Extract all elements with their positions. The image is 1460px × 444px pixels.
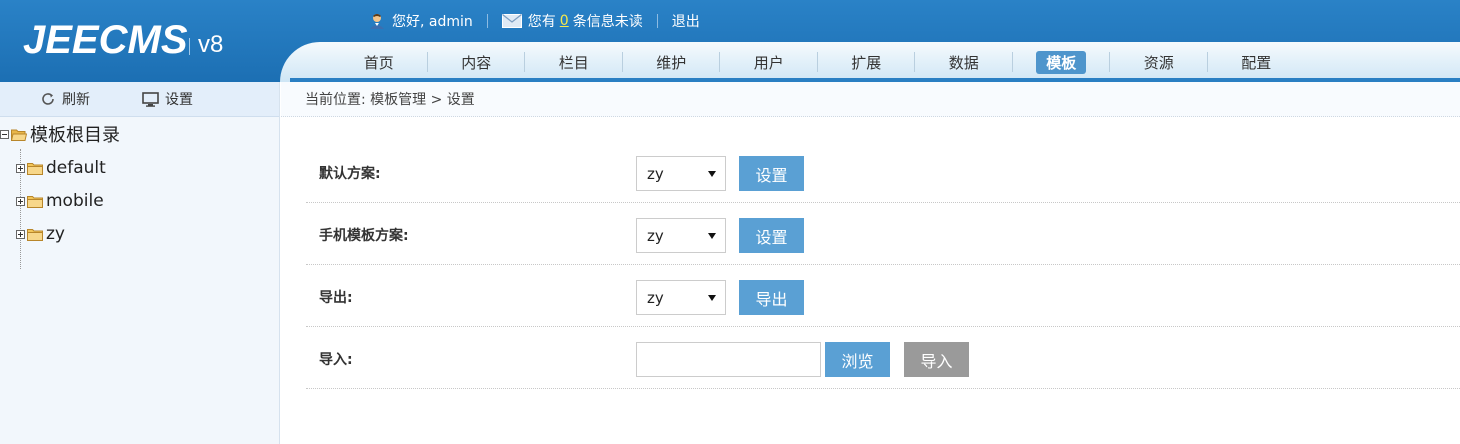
monitor-icon <box>142 91 159 107</box>
export-select[interactable]: zy <box>636 280 726 315</box>
default-scheme-set-button[interactable]: 设置 <box>739 156 804 191</box>
nav-item-9[interactable]: 配置 <box>1208 50 1306 74</box>
export-value: zy <box>647 288 664 307</box>
sidebar-settings-button[interactable]: 设置 <box>142 89 193 109</box>
mobile-scheme-label: 手机模板方案: <box>319 228 409 244</box>
breadcrumb: 当前位置: 模板管理 > 设置 <box>281 82 1460 117</box>
messages-suffix: 条信息未读 <box>572 14 643 30</box>
refresh-button[interactable]: 刷新 <box>40 89 90 109</box>
app-root: JEECMS v8 您好, admin 您有 0 条信息未读 退出 首页 内容 … <box>0 0 1460 444</box>
nav-item-8[interactable]: 资源 <box>1110 50 1208 74</box>
nav-item-2[interactable]: 栏目 <box>525 50 623 74</box>
tree-root-label: 模板根目录 <box>30 125 120 146</box>
default-scheme-select[interactable]: zy <box>636 156 726 191</box>
folder-icon <box>27 162 43 175</box>
logo-separator <box>189 38 190 55</box>
expand-icon[interactable] <box>16 229 25 239</box>
nav-item-label: 扩展 <box>851 53 882 72</box>
user-icon <box>370 14 384 29</box>
tree-node-label: zy <box>46 224 65 244</box>
topbar-separator <box>656 14 658 28</box>
collapse-icon[interactable] <box>0 129 9 139</box>
logo: JEECMS v8 <box>0 0 330 82</box>
folder-icon <box>27 195 43 208</box>
sidebar-toolbar: 刷新 设置 <box>0 82 279 117</box>
header: JEECMS v8 您好, admin 您有 0 条信息未读 退出 首页 内容 … <box>0 0 1460 82</box>
import-label: 导入: <box>319 352 353 368</box>
tree-node-mobile[interactable]: mobile <box>16 190 104 212</box>
nav-item-label: 资源 <box>1143 53 1174 72</box>
logo-text: JEECMS <box>23 18 188 62</box>
tree-node-default[interactable]: default <box>16 157 106 179</box>
messages-link[interactable]: 您有 0 条信息未读 <box>501 11 643 31</box>
unread-count[interactable]: 0 <box>560 13 569 29</box>
default-scheme-label: 默认方案: <box>319 166 381 182</box>
sidebar-settings-label: 设置 <box>165 92 193 108</box>
nav-item-0[interactable]: 首页 <box>330 50 428 74</box>
messages-prefix: 您有 <box>527 14 556 30</box>
dropdown-arrow-icon <box>708 295 716 301</box>
nav-item-label: 维护 <box>656 53 687 72</box>
dropdown-arrow-icon <box>708 171 716 177</box>
nav-item-label: 内容 <box>461 53 492 72</box>
nav-item-3[interactable]: 维护 <box>623 50 720 74</box>
tree-root[interactable]: 模板根目录 <box>0 123 120 146</box>
export-button[interactable]: 导出 <box>739 280 804 315</box>
expand-icon[interactable] <box>16 163 25 173</box>
topbar-separator <box>486 14 488 28</box>
nav-item-label: 栏目 <box>558 53 589 72</box>
mobile-scheme-set-button[interactable]: 设置 <box>739 218 804 253</box>
logout-link[interactable]: 退出 <box>672 11 700 31</box>
nav-item-label: 数据 <box>948 53 979 72</box>
dropdown-arrow-icon <box>708 233 716 239</box>
refresh-label: 刷新 <box>62 92 90 108</box>
folder-icon <box>27 228 43 241</box>
tree-node-zy[interactable]: zy <box>16 223 65 245</box>
form-row-export: 导出: zy 导出 <box>306 265 1460 327</box>
nav-item-label: 模板 <box>1036 50 1087 74</box>
form-row-mobile-scheme: 手机模板方案: zy 设置 <box>306 203 1460 265</box>
import-button[interactable]: 导入 <box>904 342 969 377</box>
nav-item-6[interactable]: 数据 <box>915 50 1013 74</box>
nav-item-4[interactable]: 用户 <box>720 50 818 74</box>
nav-item-label: 用户 <box>753 53 784 72</box>
main-content: 当前位置: 模板管理 > 设置 默认方案: zy 设置 手机模板方案: zy 设… <box>281 82 1460 444</box>
nav-item-7[interactable]: 模板 <box>1013 50 1110 74</box>
export-label: 导出: <box>319 290 353 306</box>
form-row-import: 导入: 浏览 导入 <box>306 327 1460 389</box>
mail-icon <box>501 14 522 28</box>
import-file-input[interactable] <box>636 342 821 377</box>
refresh-icon <box>42 93 54 105</box>
tree-node-label: default <box>46 158 106 178</box>
sidebar: 刷新 设置 模板根目录 default mobile zy <box>0 82 280 444</box>
nav-item-label: 首页 <box>363 53 394 72</box>
folder-open-icon <box>11 129 27 141</box>
default-scheme-value: zy <box>647 164 664 183</box>
mobile-scheme-select[interactable]: zy <box>636 218 726 253</box>
greeting-text: 您好, admin <box>392 14 473 30</box>
topbar: 您好, admin 您有 0 条信息未读 退出 <box>368 10 700 32</box>
nav-item-1[interactable]: 内容 <box>428 50 525 74</box>
main-nav: 首页 内容 栏目 维护 用户 扩展 数据 模板 资源 配置 <box>330 50 1305 74</box>
nav-item-label: 配置 <box>1241 53 1272 72</box>
logo-version: v8 <box>198 31 224 58</box>
form-row-default-scheme: 默认方案: zy 设置 <box>306 141 1460 203</box>
user-greeting: 您好, admin <box>368 11 473 31</box>
expand-icon[interactable] <box>16 196 25 206</box>
browse-button[interactable]: 浏览 <box>825 342 890 377</box>
nav-item-5[interactable]: 扩展 <box>818 50 915 74</box>
tree-node-label: mobile <box>46 191 104 211</box>
mobile-scheme-value: zy <box>647 226 664 245</box>
